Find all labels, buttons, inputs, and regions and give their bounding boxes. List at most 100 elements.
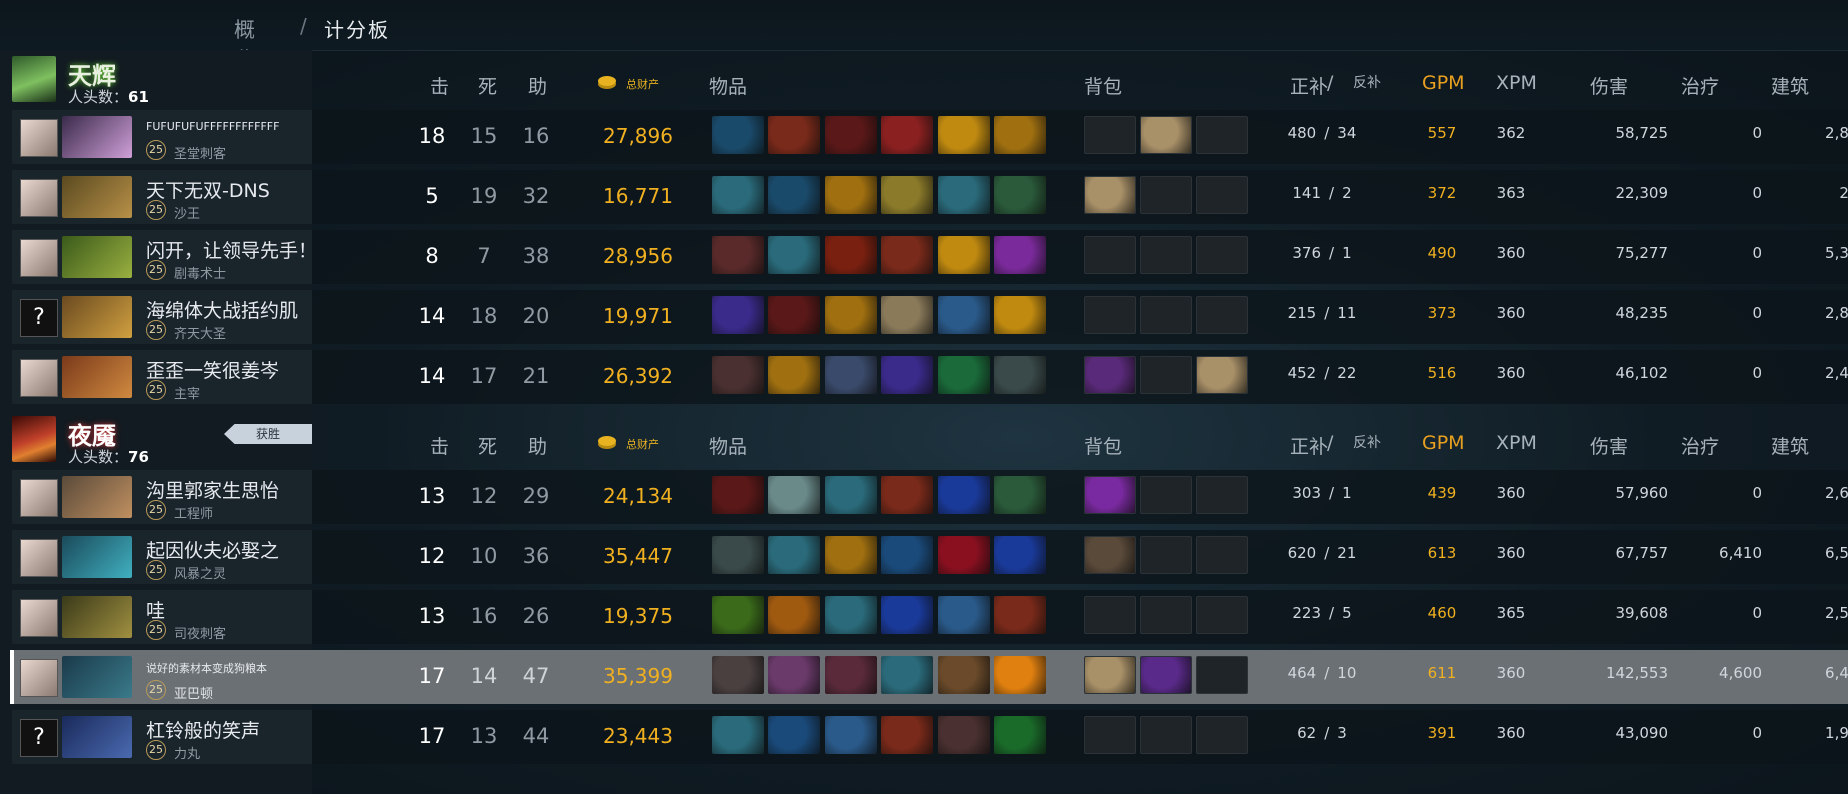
backpack-item-icon[interactable] bbox=[1084, 176, 1136, 214]
item-slot-icon[interactable] bbox=[825, 356, 877, 394]
item-slot-icon[interactable] bbox=[712, 656, 764, 694]
player-card[interactable]: 闪开，让领导先手！ 25 剧毒术士 bbox=[12, 230, 317, 284]
backpack-slot-empty[interactable] bbox=[1196, 476, 1248, 514]
player-name[interactable]: FUFUFUFUFFFFFFFFFFFF bbox=[146, 120, 279, 133]
column-header-backpack[interactable]: 背包 bbox=[1084, 72, 1122, 99]
item-slot-icon[interactable] bbox=[712, 116, 764, 154]
item-slot-icon[interactable] bbox=[768, 476, 820, 514]
column-header-healing[interactable]: 治疗 bbox=[1681, 432, 1719, 459]
backpack-item-icon[interactable] bbox=[1084, 476, 1136, 514]
column-header-deaths[interactable]: 死 bbox=[478, 72, 497, 99]
item-slot-icon[interactable] bbox=[994, 176, 1046, 214]
item-slot-icon[interactable] bbox=[768, 596, 820, 634]
player-avatar[interactable] bbox=[20, 359, 58, 397]
item-slot-icon[interactable] bbox=[994, 296, 1046, 334]
item-slot-icon[interactable] bbox=[938, 596, 990, 634]
item-slot-icon[interactable] bbox=[994, 476, 1046, 514]
item-slot-icon[interactable] bbox=[712, 476, 764, 514]
column-header-kills[interactable]: 击 bbox=[430, 72, 449, 99]
backpack-item-icon[interactable] bbox=[1084, 656, 1136, 694]
backpack-slot-empty[interactable] bbox=[1084, 716, 1136, 754]
column-header-healing[interactable]: 治疗 bbox=[1681, 72, 1719, 99]
backpack-slot-empty[interactable] bbox=[1140, 476, 1192, 514]
item-slot-icon[interactable] bbox=[938, 236, 990, 274]
column-header-networth[interactable]: 总财产 bbox=[626, 76, 659, 92]
player-card[interactable]: FUFUFUFUFFFFFFFFFFFF 25 圣堂刺客 bbox=[12, 110, 312, 164]
column-header-deaths[interactable]: 死 bbox=[478, 432, 497, 459]
item-slot-icon[interactable] bbox=[938, 356, 990, 394]
backpack-slot-empty[interactable] bbox=[1084, 296, 1136, 334]
column-header-gpm[interactable]: GPM bbox=[1422, 72, 1465, 94]
backpack-slot-empty[interactable] bbox=[1140, 716, 1192, 754]
player-avatar[interactable]: ? bbox=[20, 299, 58, 337]
column-header-building[interactable]: 建筑 bbox=[1771, 72, 1809, 99]
column-header-xpm[interactable]: XPM bbox=[1496, 72, 1537, 94]
player-card[interactable]: 沟里郭家生思怡 25 工程师 bbox=[12, 470, 312, 524]
backpack-slot-empty[interactable] bbox=[1196, 596, 1248, 634]
backpack-item-icon[interactable] bbox=[1140, 116, 1192, 154]
player-card[interactable]: ? 杠铃般的笑声 25 力丸 bbox=[12, 710, 312, 764]
player-avatar[interactable] bbox=[20, 239, 58, 277]
item-slot-icon[interactable] bbox=[881, 236, 933, 274]
player-name[interactable]: 杠铃般的笑声 bbox=[146, 716, 260, 743]
column-header-lasthits[interactable]: 正补 bbox=[1290, 432, 1328, 459]
item-slot-icon[interactable] bbox=[712, 236, 764, 274]
item-slot-icon[interactable] bbox=[825, 296, 877, 334]
player-name[interactable]: 哇 bbox=[146, 596, 165, 623]
player-avatar[interactable] bbox=[20, 599, 58, 637]
item-slot-icon[interactable] bbox=[881, 716, 933, 754]
player-card[interactable]: 起因伙夫必娶之 25 风暴之灵 bbox=[12, 530, 312, 584]
column-header-damage[interactable]: 伤害 bbox=[1590, 72, 1628, 99]
backpack-item-icon[interactable] bbox=[1084, 536, 1136, 574]
item-slot-icon[interactable] bbox=[768, 536, 820, 574]
item-slot-icon[interactable] bbox=[994, 356, 1046, 394]
item-slot-icon[interactable] bbox=[881, 596, 933, 634]
column-header-kills[interactable]: 击 bbox=[430, 432, 449, 459]
item-slot-icon[interactable] bbox=[768, 656, 820, 694]
item-slot-icon[interactable] bbox=[994, 716, 1046, 754]
column-header-items[interactable]: 物品 bbox=[709, 432, 747, 459]
item-slot-icon[interactable] bbox=[881, 656, 933, 694]
item-slot-icon[interactable] bbox=[712, 296, 764, 334]
player-card[interactable]: 天下无双-DNS 25 沙王 bbox=[12, 170, 312, 224]
column-header-denies[interactable]: 反补 bbox=[1353, 432, 1381, 452]
player-avatar[interactable] bbox=[20, 479, 58, 517]
backpack-slot-empty[interactable] bbox=[1084, 236, 1136, 274]
backpack-slot-empty[interactable] bbox=[1196, 296, 1248, 334]
item-slot-icon[interactable] bbox=[768, 116, 820, 154]
player-name[interactable]: 天下无双-DNS bbox=[146, 176, 270, 203]
column-header-gpm[interactable]: GPM bbox=[1422, 432, 1465, 454]
backpack-item-icon[interactable] bbox=[1196, 356, 1248, 394]
item-slot-icon[interactable] bbox=[938, 656, 990, 694]
player-avatar[interactable] bbox=[20, 119, 58, 157]
backpack-slot-empty[interactable] bbox=[1196, 176, 1248, 214]
player-name[interactable]: 沟里郭家生思怡 bbox=[146, 476, 279, 503]
item-slot-icon[interactable] bbox=[938, 296, 990, 334]
item-slot-icon[interactable] bbox=[825, 536, 877, 574]
item-slot-icon[interactable] bbox=[712, 536, 764, 574]
backpack-slot-empty[interactable] bbox=[1140, 176, 1192, 214]
item-slot-icon[interactable] bbox=[825, 176, 877, 214]
item-slot-icon[interactable] bbox=[768, 716, 820, 754]
backpack-slot-empty[interactable] bbox=[1140, 356, 1192, 394]
column-header-networth[interactable]: 总财产 bbox=[626, 436, 659, 452]
player-name[interactable]: 闪开，让领导先手！ bbox=[146, 236, 317, 263]
item-slot-icon[interactable] bbox=[881, 476, 933, 514]
item-slot-icon[interactable] bbox=[825, 656, 877, 694]
item-slot-icon[interactable] bbox=[881, 116, 933, 154]
player-avatar[interactable] bbox=[20, 539, 58, 577]
item-slot-icon[interactable] bbox=[825, 716, 877, 754]
backpack-slot-empty[interactable] bbox=[1140, 596, 1192, 634]
item-slot-icon[interactable] bbox=[768, 236, 820, 274]
item-slot-icon[interactable] bbox=[825, 116, 877, 154]
item-slot-icon[interactable] bbox=[712, 596, 764, 634]
item-slot-icon[interactable] bbox=[712, 176, 764, 214]
backpack-slot-empty[interactable] bbox=[1196, 656, 1248, 694]
item-slot-icon[interactable] bbox=[881, 356, 933, 394]
item-slot-icon[interactable] bbox=[712, 716, 764, 754]
player-name[interactable]: 起因伙夫必娶之 bbox=[146, 536, 279, 563]
backpack-slot-empty[interactable] bbox=[1084, 116, 1136, 154]
item-slot-icon[interactable] bbox=[994, 596, 1046, 634]
item-slot-icon[interactable] bbox=[825, 236, 877, 274]
column-header-lasthits[interactable]: 正补 bbox=[1290, 72, 1328, 99]
